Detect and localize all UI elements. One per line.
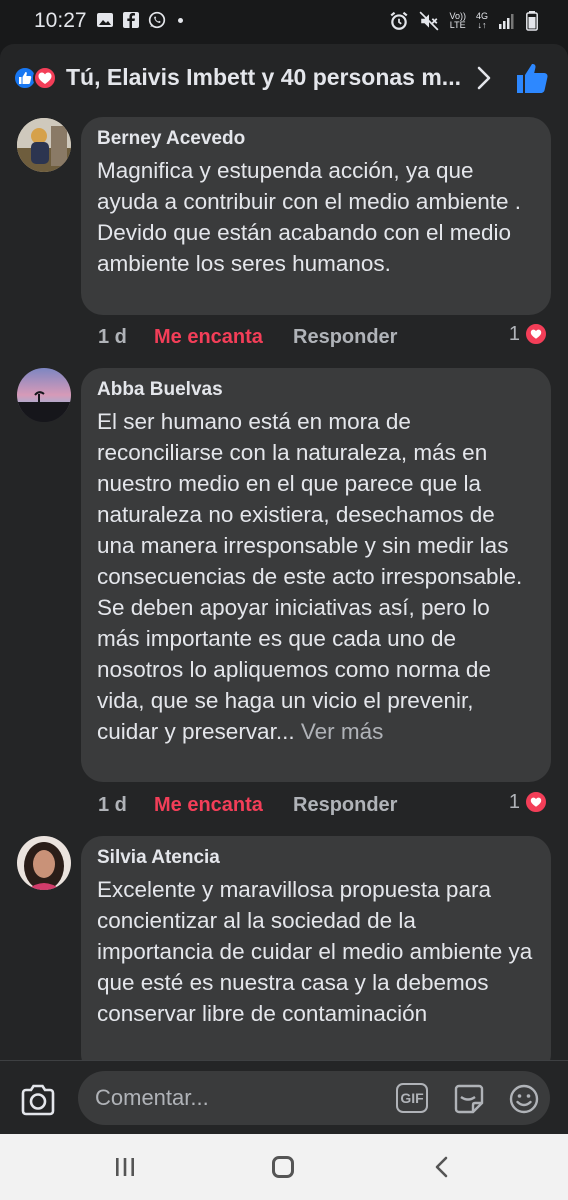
reaction-count-value: 1 xyxy=(508,322,520,345)
love-icon xyxy=(524,790,548,814)
comment-list[interactable]: Berney Acevedo Magnifica y estupenda acc… xyxy=(0,110,568,1060)
gif-button[interactable]: GIF xyxy=(396,1083,428,1113)
chevron-right-icon[interactable] xyxy=(472,64,496,92)
comment-author[interactable]: Silvia Atencia xyxy=(97,846,535,870)
back-icon[interactable] xyxy=(432,1156,452,1178)
reaction-count[interactable]: 1 xyxy=(509,790,548,814)
love-icon xyxy=(33,66,57,90)
data-arrows-label: ↓↑ xyxy=(477,20,487,30)
alarm-icon xyxy=(390,11,408,30)
avatar[interactable] xyxy=(17,368,71,422)
lte-label: LTE xyxy=(449,20,466,30)
comment-input[interactable]: Comentar... GIF xyxy=(78,1071,550,1125)
reply-button[interactable]: Responder xyxy=(293,322,397,352)
reaction-count[interactable]: 1 xyxy=(509,322,548,346)
more-notifications-dot xyxy=(178,17,183,23)
emoji-icon[interactable] xyxy=(508,1083,540,1115)
reactions-header[interactable]: Tú, Elaivis Imbett y 40 personas m... xyxy=(0,44,568,110)
comment-bubble[interactable]: Abba Buelvas El ser humano está en mora … xyxy=(81,368,551,782)
gallery-icon xyxy=(97,13,113,27)
reaction-count-value: 1 xyxy=(508,790,520,813)
reaction-button[interactable]: Me encanta xyxy=(154,790,263,820)
comment-text: El ser humano está en mora de reconcilia… xyxy=(97,406,535,747)
see-more-link[interactable]: Ver más xyxy=(301,719,384,744)
mute-icon xyxy=(419,11,439,31)
reaction-summary xyxy=(13,66,61,90)
reply-button[interactable]: Responder xyxy=(293,790,397,820)
comment-placeholder: Comentar... xyxy=(95,1085,209,1110)
whatsapp-icon xyxy=(148,11,166,29)
network-indicator: 4G ↓↑ xyxy=(476,12,488,30)
notification-icons xyxy=(96,11,183,29)
system-nav-bar xyxy=(0,1134,568,1200)
comment-text-body: El ser humano está en mora de reconcilia… xyxy=(97,409,523,744)
sticker-icon[interactable] xyxy=(452,1083,486,1115)
comment-bubble[interactable]: Silvia Atencia Excelente y maravillosa p… xyxy=(81,836,551,1060)
volte-indicator: Vo)) LTE xyxy=(449,12,466,30)
comment-author[interactable]: Abba Buelvas xyxy=(97,378,535,402)
reactions-title[interactable]: Tú, Elaivis Imbett y 40 personas m... xyxy=(66,64,466,91)
comment-actions: 1 d Me encanta Responder 1 xyxy=(98,790,558,820)
recents-icon[interactable] xyxy=(114,1158,136,1176)
battery-icon xyxy=(526,11,538,31)
reaction-button[interactable]: Me encanta xyxy=(154,322,263,352)
comment-time: 1 d xyxy=(98,326,127,348)
comment-actions: 1 d Me encanta Responder 1 xyxy=(98,322,558,352)
status-bar: 10:27 Vo)) LTE 4G ↓↑ xyxy=(0,0,568,44)
status-time: 10:27 xyxy=(34,9,87,32)
comment-text: Excelente y maravillosa propuesta para c… xyxy=(97,877,533,1026)
comment-time: 1 d xyxy=(98,794,127,816)
comment-bubble[interactable]: Berney Acevedo Magnifica y estupenda acc… xyxy=(81,117,551,315)
system-icons: Vo)) LTE 4G ↓↑ xyxy=(389,11,538,31)
love-icon xyxy=(524,322,548,346)
home-icon[interactable] xyxy=(272,1156,294,1178)
comment-text: Magnifica y estupenda acción, ya que ayu… xyxy=(97,158,521,276)
comment-composer: Comentar... GIF xyxy=(0,1060,568,1134)
comment-author[interactable]: Berney Acevedo xyxy=(97,127,535,151)
like-button-icon[interactable] xyxy=(514,60,550,96)
avatar[interactable] xyxy=(17,836,71,890)
camera-icon[interactable] xyxy=(20,1083,56,1117)
facebook-icon xyxy=(123,12,139,28)
avatar[interactable] xyxy=(17,118,71,172)
signal-icon xyxy=(499,14,514,29)
